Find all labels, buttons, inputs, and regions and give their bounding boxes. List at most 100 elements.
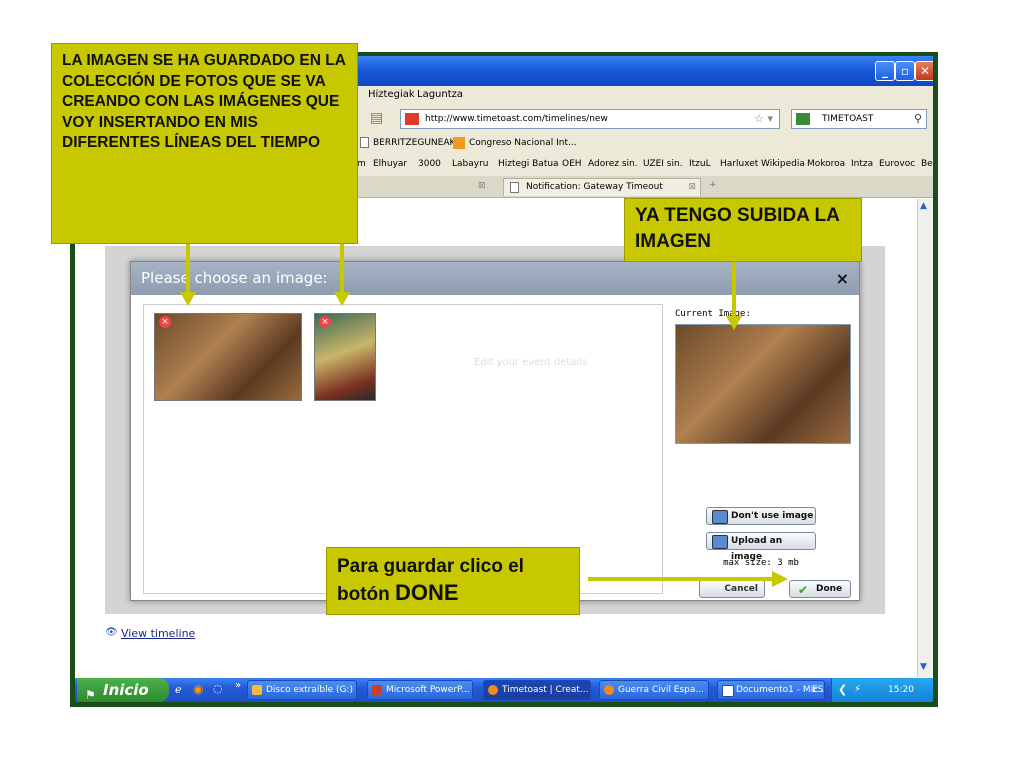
done-label: Done: [816, 584, 843, 594]
page-icon: [510, 182, 519, 193]
background-form-ghost: Edit your event details: [474, 357, 588, 368]
language-indicator[interactable]: ES: [812, 678, 823, 702]
firefox-icon: [488, 685, 498, 695]
link-oeh[interactable]: OEH: [562, 159, 582, 169]
scroll-up-icon[interactable]: ▲: [920, 201, 927, 211]
gallery-image-1[interactable]: ×: [154, 313, 302, 401]
link-hiztegi-batua[interactable]: Hiztegi Batua: [498, 159, 559, 169]
link-itzul[interactable]: ItzuL: [689, 159, 711, 169]
tab-close-icon[interactable]: ⊠: [478, 181, 486, 191]
bookmark-congreso[interactable]: Congreso Nacional Int...: [469, 138, 577, 148]
tray-back-icon[interactable]: ❮: [838, 678, 847, 702]
callout-image-uploaded: YA TENGO SUBIDA LA IMAGEN: [624, 198, 862, 262]
windows-flag-icon: ⚑: [85, 688, 96, 702]
vertical-scrollbar[interactable]: ▲ ▼: [917, 199, 933, 677]
menu-hiztegiak[interactable]: Hiztegiak: [368, 89, 415, 100]
arrow-head-2: [334, 292, 350, 306]
link-mokoroa[interactable]: Mokoroa: [807, 159, 845, 169]
link-eurovoc[interactable]: Eurovoc: [879, 159, 915, 169]
image-icon: [712, 535, 728, 549]
url-text: http://www.timetoast.com/timelines/new: [425, 114, 608, 124]
arrow-shaft-2: [340, 244, 344, 294]
url-field[interactable]: http://www.timetoast.com/timelines/new ☆…: [400, 109, 780, 129]
site-favicon-icon: [405, 113, 419, 125]
star-icon[interactable]: ☆ ▾: [754, 110, 773, 128]
tab-close-icon[interactable]: ⊠: [688, 179, 696, 196]
cancel-button[interactable]: Cancel: [699, 580, 765, 598]
link-elhuyar[interactable]: Elhuyar: [373, 159, 407, 169]
link-intza[interactable]: Intza: [851, 159, 873, 169]
drive-icon: [252, 685, 262, 695]
tab-label: Notification: Gateway Timeout: [526, 182, 663, 192]
link-wikipedia[interactable]: Wikipedia: [761, 159, 805, 169]
magnifier-icon[interactable]: ⚲: [914, 110, 922, 128]
quicklaunch-search-icon[interactable]: ◌: [213, 682, 223, 695]
maximize-button[interactable]: ▫: [895, 61, 915, 81]
max-size-note: max size: 3 mb: [723, 558, 799, 568]
task-disco-extraible[interactable]: Disco extraíble (G:): [247, 680, 357, 700]
quicklaunch-firefox-icon[interactable]: ◉: [193, 682, 203, 696]
view-timeline-link[interactable]: View timeline: [121, 627, 195, 640]
dialog-header: Please choose an image: ×: [131, 262, 859, 295]
link-adorez[interactable]: Adorez sin.: [588, 159, 638, 169]
link-m[interactable]: m: [357, 159, 366, 169]
upload-image-button[interactable]: Upload an image: [706, 532, 816, 562]
dont-use-image-button[interactable]: Don't use image: [706, 507, 816, 525]
tab-notification[interactable]: Notification: Gateway Timeout ⊠: [503, 178, 701, 196]
cancel-label: Cancel: [724, 584, 758, 594]
delete-icon[interactable]: ×: [319, 316, 331, 328]
new-tab-icon[interactable]: +: [709, 180, 717, 190]
search-engine-icon: [796, 113, 810, 125]
quicklaunch-ie-icon[interactable]: ℯ: [175, 683, 182, 696]
checkmark-icon: ✔: [798, 583, 809, 597]
firefox-icon: [604, 685, 614, 695]
quicklaunch-more-icon[interactable]: »: [235, 680, 241, 691]
callout-save-instructions: Para guardar clico el botón DONE: [326, 547, 580, 615]
scroll-down-icon[interactable]: ▼: [920, 662, 927, 672]
current-image-preview: [675, 324, 851, 444]
menu-laguntza[interactable]: Laguntza: [417, 89, 463, 100]
page-icon: [360, 137, 369, 148]
task-guerra-civil[interactable]: Guerra Civil Espa...: [599, 680, 709, 700]
tray-network-icon[interactable]: ⚡: [854, 678, 861, 702]
minimize-button[interactable]: _: [875, 61, 895, 81]
image-icon: [712, 510, 728, 524]
close-window-button[interactable]: ✕: [915, 61, 933, 81]
link-uzei[interactable]: UZEI sin.: [643, 159, 683, 169]
gallery-image-2[interactable]: ×: [314, 313, 376, 401]
link-labayru[interactable]: Labayru: [452, 159, 489, 169]
clock: 15:20: [888, 685, 914, 695]
link-be[interactable]: Be: [921, 159, 933, 169]
dialog-title: Please choose an image:: [141, 269, 328, 287]
dont-use-label: Don't use image: [731, 511, 814, 521]
task-label: Guerra Civil Espa...: [618, 685, 704, 695]
task-label: Timetoast | Creat...: [502, 685, 589, 695]
start-label: Inicio: [103, 681, 149, 699]
rss-icon: [453, 137, 465, 149]
task-powerpoint[interactable]: Microsoft PowerP...: [367, 680, 473, 700]
dialog-close-button[interactable]: ×: [836, 262, 849, 295]
start-button[interactable]: ⚑ Inicio: [77, 678, 169, 702]
arrow-head-4: [772, 571, 788, 587]
system-tray: ES ❮ ⚡ 15:20: [812, 678, 933, 702]
bookmark-berritzeguneak[interactable]: BERRITZEGUNEAK: [373, 138, 455, 148]
callout-image-saved: LA IMAGEN SE HA GUARDADO EN LA COLECCIÓN…: [51, 43, 358, 244]
task-label: Disco extraíble (G:): [266, 685, 354, 695]
task-label: Microsoft PowerP...: [386, 685, 470, 695]
arrow-shaft-3: [732, 262, 736, 318]
word-icon: [722, 685, 734, 697]
task-documento1[interactable]: Documento1 - Mic...: [717, 680, 825, 700]
search-text: TIMETOAST: [822, 114, 874, 124]
search-field[interactable]: TIMETOAST ⚲: [791, 109, 927, 129]
delete-icon[interactable]: ×: [159, 316, 171, 328]
windows-taskbar: ⚑ Inicio ℯ ◉ ◌ » Disco extraíble (G:) Mi…: [75, 678, 933, 702]
done-button[interactable]: ✔ Done: [789, 580, 851, 598]
paste-icon[interactable]: ▤: [370, 110, 383, 126]
link-3000[interactable]: 3000: [418, 159, 441, 169]
arrow-shaft-1: [186, 244, 190, 294]
callout-save-done: DONE: [395, 580, 459, 605]
arrow-shaft-4: [588, 577, 772, 581]
arrow-head-1: [180, 292, 196, 306]
link-harluxet[interactable]: Harluxet: [720, 159, 758, 169]
task-timetoast[interactable]: Timetoast | Creat...: [483, 680, 591, 700]
